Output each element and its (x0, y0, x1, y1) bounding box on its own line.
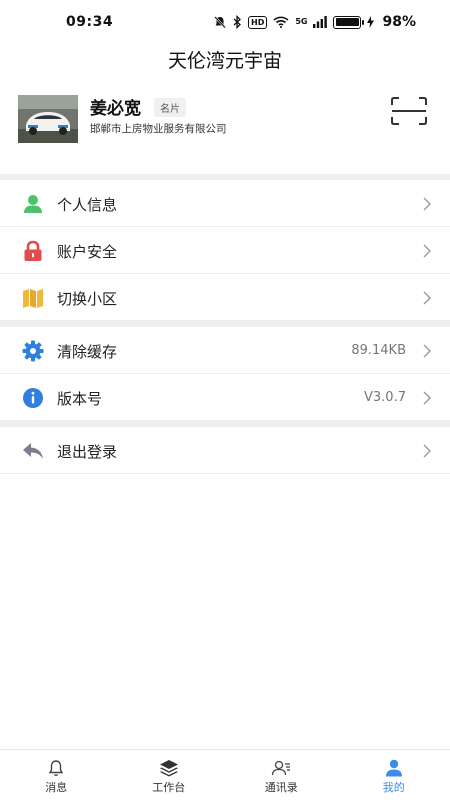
chevron-right-icon (423, 244, 431, 258)
tab-label: 消息 (45, 781, 68, 794)
user-icon (385, 759, 402, 777)
info-icon (23, 388, 43, 408)
tab-messages[interactable]: 消息 (0, 750, 113, 800)
charging-icon (367, 16, 375, 28)
menu-item-clear-cache[interactable]: 清除缓存 89.14KB (0, 327, 450, 374)
profile-card[interactable]: 姜必宽 名片 邯郸市上房物业服务有限公司 (0, 86, 450, 174)
status-time: 09:34 (66, 14, 114, 30)
avatar[interactable] (18, 95, 78, 143)
reply-icon (23, 443, 43, 459)
wifi-icon (273, 16, 289, 28)
map-icon (23, 289, 43, 308)
menu-item-logout[interactable]: 退出登录 (0, 427, 450, 474)
menu-item-version[interactable]: 版本号 V3.0.7 (0, 374, 450, 421)
menu-label: 清除缓存 (57, 343, 118, 361)
menu-item-switch-community[interactable]: 切换小区 (0, 274, 450, 321)
hd-badge: HD (248, 15, 268, 29)
menu-item-account-security[interactable]: 账户安全 (0, 227, 450, 274)
menu-label: 切换小区 (57, 290, 118, 308)
tab-label: 工作台 (152, 781, 186, 794)
layers-icon (159, 760, 178, 777)
status-icons: HD 5G 98% (213, 14, 416, 30)
chevron-right-icon (423, 344, 431, 358)
menu-label: 账户安全 (57, 243, 118, 261)
gear-icon (22, 340, 44, 362)
profile-name: 姜必宽 (90, 99, 141, 119)
chevron-right-icon (423, 391, 431, 405)
battery-percent: 98% (382, 14, 416, 30)
bell-icon (48, 760, 64, 777)
tab-contacts[interactable]: 通讯录 (225, 750, 338, 800)
tab-label: 通讯录 (264, 781, 298, 794)
tab-label: 我的 (382, 781, 405, 794)
card-badge[interactable]: 名片 (154, 98, 186, 117)
profile-company: 邯郸市上房物业服务有限公司 (90, 123, 227, 135)
menu-label: 个人信息 (57, 196, 118, 214)
contacts-icon (271, 760, 290, 776)
chevron-right-icon (423, 444, 431, 458)
battery-icon (333, 15, 365, 29)
menu-label: 版本号 (57, 390, 103, 408)
cache-size: 89.14KB (351, 343, 406, 358)
chevron-right-icon (423, 291, 431, 305)
network-label: 5G (295, 17, 308, 26)
menu-item-personal-info[interactable]: 个人信息 (0, 180, 450, 227)
chevron-right-icon (423, 197, 431, 211)
page-title: 天伦湾元宇宙 (167, 50, 282, 72)
tab-workbench[interactable]: 工作台 (113, 750, 226, 800)
tab-mine[interactable]: 我的 (338, 750, 450, 800)
lock-icon (24, 240, 42, 261)
signal-icon (313, 16, 328, 28)
bluetooth-icon (233, 15, 241, 29)
mute-icon (214, 16, 226, 29)
status-bar: 09:34 HD 5G 98% (0, 0, 450, 44)
menu-label: 退出登录 (57, 443, 118, 461)
bottom-tab-bar: 消息 工作台 通讯录 我的 (0, 749, 450, 800)
person-icon (24, 195, 42, 213)
scan-icon[interactable] (390, 96, 428, 126)
version-value: V3.0.7 (364, 390, 406, 405)
